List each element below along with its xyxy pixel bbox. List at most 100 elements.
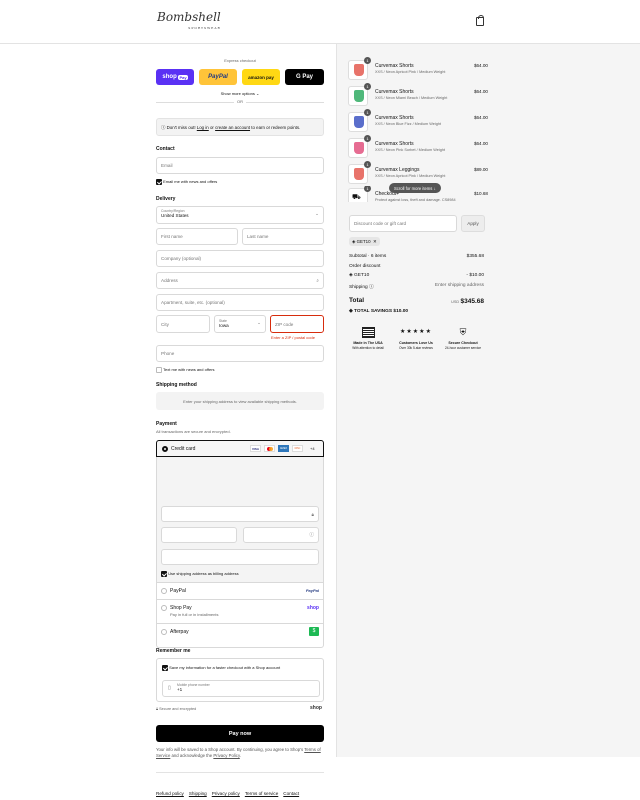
trust-badge-usa: Made in The USA With attention to detail — [346, 327, 390, 350]
shop-pay-option[interactable]: Shop Pay Pay in full or in installments … — [156, 599, 324, 623]
payment-subtitle: All transactions are secure and encrypte… — [156, 429, 231, 434]
logo-text: Bombshell — [157, 10, 221, 24]
item-name: Curvemax Shorts — [375, 115, 414, 121]
mobile-phone-field[interactable]: ▯ Mobile phone number +1 — [162, 680, 320, 697]
state-select[interactable]: State Iowa ⌄ — [214, 315, 266, 333]
remember-me-heading: Remember me — [156, 648, 191, 654]
shop-pay-subtitle: Pay in full or in installments — [170, 612, 219, 617]
address-placeholder: Address — [161, 278, 178, 283]
terms-of-service-link[interactable]: Terms of service — [245, 791, 278, 796]
disclaimer-text: Your info will be saved to a Shop accoun… — [156, 747, 304, 752]
expiry-field[interactable] — [161, 527, 237, 543]
paypal-express-button[interactable]: PayPal — [199, 69, 237, 85]
item-variant: XXS / Neon Blue Fizz / Medium Weight — [375, 122, 441, 126]
shop-pay-button[interactable]: shop Pay — [156, 69, 194, 85]
item-name: Curvemax Shorts — [375, 63, 414, 69]
paypal-option[interactable]: PayPal PayPal — [156, 582, 324, 599]
disclaimer-and: and acknowledge the — [171, 753, 213, 758]
logo-subtext: SPORTSWEAR — [188, 26, 221, 30]
name-on-card-field[interactable] — [161, 549, 319, 565]
save-info-checkbox[interactable]: Save my information for a faster checkou… — [162, 665, 280, 671]
checkbox-checked-icon — [156, 179, 162, 185]
billing-address-label: Use shipping address as billing address — [168, 571, 239, 577]
trust-badge-reviews: ★★★★★ Customers Love Us Over 30k 5-star … — [393, 327, 439, 350]
item-variant: XXS / Neon Pink Sorbet / Medium Weight — [375, 148, 445, 152]
lock-icon: 🔒︎ — [156, 707, 159, 711]
country-value: United States — [161, 213, 189, 218]
delivery-heading: Delivery — [156, 196, 176, 202]
country-select[interactable]: Country/Region United States ⌄ — [156, 206, 324, 224]
shipping-label: Shipping — [349, 285, 368, 290]
checkbox-checked-icon — [162, 665, 168, 671]
shop-pay-badge: Pay — [178, 74, 188, 80]
truck-icon: ⛟ — [352, 194, 361, 201]
shop-pay-label: shop — [162, 74, 177, 80]
shipping-row: Shipping ⓘ Enter shipping address — [349, 283, 484, 291]
last-name-field[interactable]: Last name — [242, 228, 324, 245]
payment-heading: Payment — [156, 421, 177, 427]
first-name-field[interactable]: First name — [156, 228, 238, 245]
google-pay-button[interactable]: G Pay — [285, 69, 324, 85]
shop-pay-logo: shop — [307, 605, 319, 611]
badge-subtitle: With attention to detail — [352, 346, 384, 350]
shipping-value: Enter shipping address — [434, 283, 484, 288]
zip-field[interactable]: ZIP code — [270, 315, 324, 333]
secure-label: Secure and encrypted — [159, 707, 197, 711]
amazon-pay-button[interactable]: amazon pay — [242, 69, 280, 85]
company-field[interactable]: Company (optional) — [156, 250, 324, 267]
show-more-options[interactable]: Show more options ⌄ — [156, 91, 324, 96]
security-code-field[interactable]: ⓘ — [243, 527, 319, 543]
applied-code: GET10 — [356, 239, 371, 244]
flag-icon — [361, 327, 375, 338]
afterpay-option[interactable]: Afterpay $ — [156, 623, 324, 640]
afterpay-logo: $ — [309, 627, 319, 636]
cart-item: 1 Curvemax Shorts XXS / Neon Pink Sorbet /… — [348, 135, 488, 160]
search-icon: ⌕ — [316, 278, 319, 283]
scroll-more-hint[interactable]: Scroll for more items ↓ — [389, 183, 441, 193]
privacy-policy-link[interactable]: Privacy policy — [212, 791, 240, 796]
applied-code-tag: ◈ GET10 ✕ — [349, 237, 380, 246]
brand-logo[interactable]: Bombshell SPORTSWEAR — [157, 10, 221, 33]
total-savings: ◈ TOTAL SAVINGS $10.00 — [349, 309, 484, 317]
chevron-down-icon: ⌄ — [256, 91, 260, 96]
email-field[interactable]: Email — [156, 157, 324, 174]
shipping-link[interactable]: Shipping — [189, 791, 207, 796]
radio-icon — [161, 588, 167, 594]
zip-error: Enter a ZIP / postal code — [271, 335, 315, 340]
quantity-badge: 1 — [364, 186, 371, 192]
create-account-link[interactable]: create an account — [215, 125, 250, 130]
radio-icon — [161, 605, 167, 611]
cart-bag-icon[interactable] — [476, 15, 484, 26]
phone-field[interactable]: Phone — [156, 345, 324, 362]
paypal-logo: PayPal — [305, 588, 319, 593]
apartment-field[interactable]: Apartment, suite, etc. (optional) — [156, 294, 324, 311]
privacy-link[interactable]: Privacy Policy — [213, 753, 239, 758]
login-link[interactable]: Log in — [197, 125, 209, 130]
shipping-note: Enter your shipping address to view avai… — [156, 392, 324, 410]
apply-button[interactable]: Apply — [461, 215, 485, 232]
cart-item: 1 Curvemax Shorts XXS / Neon Apricot Pink … — [348, 57, 488, 82]
order-discount-label: Order discount — [349, 264, 381, 269]
help-icon: ⓘ — [309, 532, 314, 537]
card-number-field[interactable]: 🔒︎ — [161, 506, 319, 522]
text-news-checkbox[interactable]: Text me with news and offers — [156, 367, 215, 373]
city-field[interactable]: City — [156, 315, 210, 333]
billing-address-checkbox[interactable]: Use shipping address as billing address — [161, 571, 239, 577]
shop-logo: shop — [310, 705, 322, 711]
discount-code-field[interactable]: Discount code or gift card — [349, 215, 457, 232]
address-field[interactable]: Address ⌕ — [156, 272, 324, 289]
arrow-down-icon: ↓ — [433, 185, 436, 191]
pay-now-button[interactable]: Pay now — [156, 725, 324, 742]
item-price: $10.68 — [473, 191, 488, 196]
amex-icon: AMEX — [278, 445, 289, 452]
state-value: Iowa — [219, 323, 229, 328]
refund-policy-link[interactable]: Refund policy — [156, 791, 184, 796]
product-swatch — [354, 64, 364, 76]
credit-card-option[interactable]: Credit card VISA AMEX DISC +4 — [156, 440, 324, 457]
contact-link[interactable]: Contact — [283, 791, 299, 796]
subtotal-label: Subtotal · 6 items — [349, 254, 387, 259]
close-icon[interactable]: ✕ — [373, 239, 377, 245]
order-discount-row: Order discount — [349, 264, 484, 272]
email-news-checkbox[interactable]: Email me with news and offers — [156, 179, 217, 185]
checkbox-checked-icon — [161, 571, 167, 577]
